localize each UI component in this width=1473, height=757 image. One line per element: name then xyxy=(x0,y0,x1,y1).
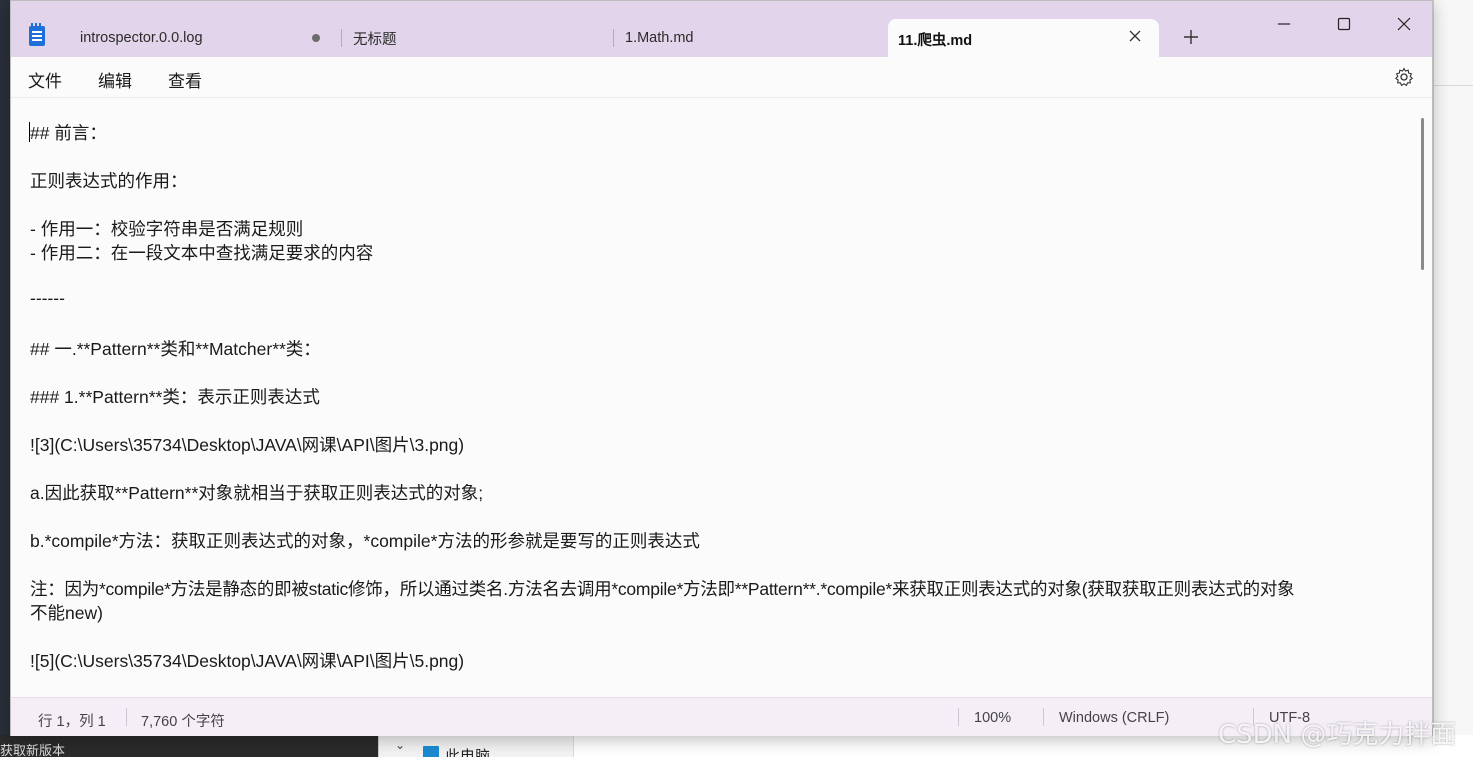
editor-line: a.因此获取**Pattern**对象就相当于获取正则表达式的对象; xyxy=(30,483,484,503)
gear-icon[interactable] xyxy=(1394,67,1414,87)
editor-line: ## 一.**Pattern**类和**Matcher**类： xyxy=(30,339,321,359)
title-bar[interactable]: introspector.0.0.log 无标题 1.Math.md 11.爬虫… xyxy=(11,1,1432,57)
menu-edit[interactable]: 编辑 xyxy=(98,67,132,92)
computer-icon xyxy=(423,746,439,757)
character-count: 7,760 个字符 xyxy=(141,714,225,730)
text-editor[interactable]: ## 前言： 正则表达式的作用： - 作用一：校验字符串是否满足规则 - 作用二… xyxy=(11,98,1432,696)
csdn-watermark: CSDN @巧克力拌面 xyxy=(1218,720,1457,750)
tab-label: 11.爬虫.md xyxy=(898,33,973,49)
close-tab-icon[interactable] xyxy=(1127,28,1143,44)
tab-divider xyxy=(341,29,342,47)
tab-introspector-log[interactable]: introspector.0.0.log xyxy=(80,19,203,57)
editor-line: ### 1.**Pattern**类：表示正则表达式 xyxy=(30,387,320,407)
close-window-button[interactable] xyxy=(1381,9,1427,39)
desktop-background-right xyxy=(1433,0,1473,757)
tab-label: 1.Math.md xyxy=(625,30,694,46)
zoom-level[interactable]: 100% xyxy=(974,710,1011,726)
status-divider xyxy=(958,708,959,726)
status-divider xyxy=(126,708,127,726)
editor-line: - 作用一：校验字符串是否满足规则 xyxy=(30,219,304,239)
desktop-taskbar-fragment: 获取新版本 xyxy=(0,735,378,757)
tab-untitled[interactable]: 无标题 xyxy=(353,19,397,57)
editor-line: ------ xyxy=(30,288,65,308)
vertical-scrollbar[interactable] xyxy=(1421,118,1424,270)
new-tab-icon[interactable] xyxy=(1181,27,1201,47)
editor-line: ## 前言： xyxy=(30,123,107,143)
editor-line: 正则表达式的作用： xyxy=(30,171,188,191)
notepad-window: introspector.0.0.log 无标题 1.Math.md 11.爬虫… xyxy=(10,0,1433,736)
tab-label: introspector.0.0.log xyxy=(80,30,203,46)
explorer-fragment: ⌄ 此电脑 xyxy=(378,735,573,757)
tab-crawler-md[interactable]: 11.爬虫.md xyxy=(888,19,1159,57)
minimize-button[interactable] xyxy=(1261,9,1307,39)
maximize-button[interactable] xyxy=(1321,9,1367,39)
minimize-icon xyxy=(1278,23,1290,25)
maximize-icon xyxy=(1337,17,1351,31)
notepad-app-icon xyxy=(29,23,45,46)
tab-label: 无标题 xyxy=(353,31,397,48)
line-ending[interactable]: Windows (CRLF) xyxy=(1059,710,1169,726)
editor-line: ![5](C:\Users\35734\Desktop\JAVA\网课\API\… xyxy=(30,651,465,671)
close-icon xyxy=(1397,17,1411,31)
explorer-item-this-pc[interactable]: 此电脑 xyxy=(445,745,490,757)
editor-line: - 作用二：在一段文本中查找满足要求的内容 xyxy=(30,243,374,263)
editor-line: ![3](C:\Users\35734\Desktop\JAVA\网课\API\… xyxy=(30,435,465,455)
editor-line: 不能new) xyxy=(30,603,103,623)
cursor-position: 行 1，列 1 xyxy=(38,714,106,730)
menu-bar: 文件 编辑 查看 xyxy=(11,57,1432,98)
taskbar-text: 获取新版本 xyxy=(0,743,66,757)
menu-file[interactable]: 文件 xyxy=(28,67,62,92)
desktop-background-left xyxy=(0,0,10,757)
editor-line: b.*compile*方法：获取正则表达式的对象，*compile*方法的形参就… xyxy=(30,531,700,551)
chevron-down-icon[interactable]: ⌄ xyxy=(395,738,405,752)
tab-divider xyxy=(613,29,614,47)
editor-line: 注：因为*compile*方法是静态的即被static修饰，所以通过类名.方法名… xyxy=(30,579,1295,599)
status-divider xyxy=(1043,708,1044,726)
menu-view[interactable]: 查看 xyxy=(168,67,202,92)
tab-math-md[interactable]: 1.Math.md xyxy=(625,19,694,57)
unsaved-dot-icon xyxy=(312,34,320,42)
